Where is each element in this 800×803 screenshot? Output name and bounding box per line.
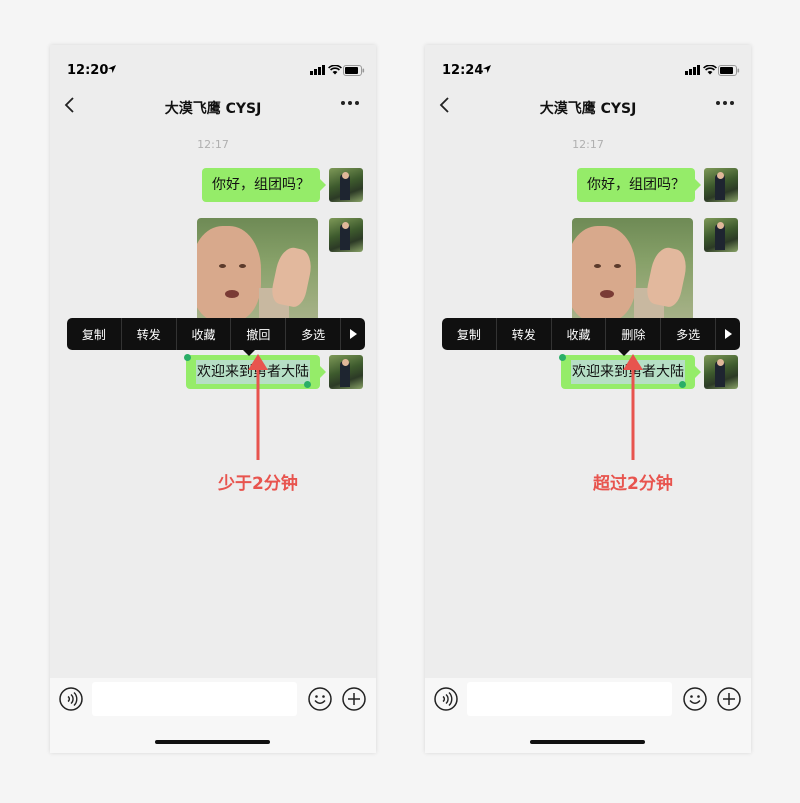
phone-screen-left: 12:20 大漠飞鹰 CYSJ 12:17 你好，组团吗？ 欢迎来到勇者大陆 复… (50, 45, 376, 753)
menu-delete[interactable]: 删除 (606, 318, 662, 350)
menu-favorite[interactable]: 收藏 (552, 318, 607, 350)
location-arrow-icon (108, 65, 116, 73)
annotation-arrow (623, 354, 643, 460)
home-indicator[interactable] (155, 740, 270, 744)
home-indicator[interactable] (530, 740, 645, 744)
plus-icon[interactable] (717, 687, 741, 711)
annotation-label: 少于2分钟 (218, 474, 298, 494)
message-input[interactable] (467, 682, 672, 716)
message-timestamp: 12:17 (572, 138, 604, 151)
avatar[interactable] (704, 218, 738, 252)
more-icon[interactable] (340, 97, 360, 109)
selection-end-handle[interactable] (304, 381, 311, 388)
menu-multiselect[interactable]: 多选 (286, 318, 342, 350)
image-message[interactable] (197, 218, 318, 322)
menu-recall[interactable]: 撤回 (231, 318, 287, 350)
annotation-label: 超过2分钟 (593, 474, 673, 494)
location-arrow-icon (483, 65, 491, 73)
chat-title: 大漠飞鹰 CYSJ (539, 101, 637, 117)
wifi-icon (328, 65, 342, 75)
arrow-right-icon (724, 329, 732, 339)
menu-more[interactable] (716, 318, 740, 350)
status-time: 12:20 (67, 63, 109, 78)
avatar[interactable] (704, 168, 738, 202)
wifi-icon (703, 65, 717, 75)
selection-start-handle[interactable] (184, 354, 191, 361)
plus-icon[interactable] (342, 687, 366, 711)
voice-icon[interactable] (434, 687, 458, 711)
status-bar: 12:20 (50, 45, 376, 93)
phone-screen-right: 12:24 大漠飞鹰 CYSJ 12:17 你好，组团吗？ 欢迎来到勇者大陆 复… (425, 45, 751, 753)
message-text: 你好，组团吗？ (212, 177, 310, 193)
menu-multiselect[interactable]: 多选 (661, 318, 717, 350)
battery-icon (343, 65, 365, 76)
message-bubble[interactable]: 你好，组团吗？ (202, 168, 326, 202)
status-bar: 12:24 (425, 45, 751, 93)
menu-forward[interactable]: 转发 (497, 318, 552, 350)
image-message[interactable] (572, 218, 693, 322)
menu-copy[interactable]: 复制 (67, 318, 122, 350)
message-text: 你好，组团吗？ (587, 177, 685, 193)
more-icon[interactable] (715, 97, 735, 109)
menu-favorite[interactable]: 收藏 (177, 318, 232, 350)
context-menu: 复制 转发 收藏 撤回 多选 (67, 318, 365, 356)
menu-forward[interactable]: 转发 (122, 318, 177, 350)
avatar[interactable] (329, 355, 363, 389)
message-input[interactable] (92, 682, 297, 716)
signal-icon (310, 65, 325, 75)
battery-icon (718, 65, 740, 76)
signal-icon (685, 65, 700, 75)
context-menu: 复制 转发 收藏 删除 多选 (442, 318, 740, 356)
menu-copy[interactable]: 复制 (442, 318, 497, 350)
selection-start-handle[interactable] (559, 354, 566, 361)
emoji-icon[interactable] (308, 687, 332, 711)
voice-icon[interactable] (59, 687, 83, 711)
menu-more[interactable] (341, 318, 365, 350)
chat-title: 大漠飞鹰 CYSJ (164, 101, 262, 117)
annotation-arrow (248, 354, 268, 460)
emoji-icon[interactable] (683, 687, 707, 711)
avatar[interactable] (704, 355, 738, 389)
avatar[interactable] (329, 168, 363, 202)
message-bubble[interactable]: 你好，组团吗？ (577, 168, 701, 202)
arrow-right-icon (349, 329, 357, 339)
message-timestamp: 12:17 (197, 138, 229, 151)
status-time: 12:24 (442, 63, 484, 78)
avatar[interactable] (329, 218, 363, 252)
selection-end-handle[interactable] (679, 381, 686, 388)
